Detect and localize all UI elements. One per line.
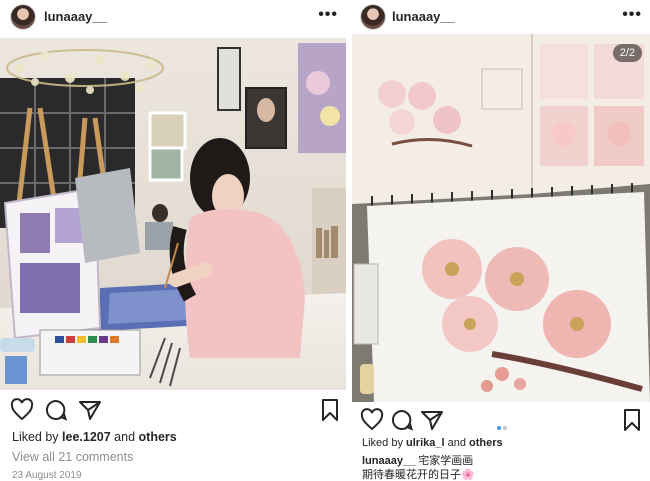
comment-icon[interactable] [390, 408, 414, 432]
post-left: lunaaay__ ••• Liked by lee.1207 and othe… [0, 0, 346, 481]
likes-line: Liked by ulrika_l and others [362, 437, 503, 449]
liked-by-user[interactable]: ulrika_l [406, 437, 445, 449]
heart-icon[interactable] [360, 408, 384, 432]
post-date: 23 August 2019 [12, 470, 82, 481]
post-right: lunaaay__ ••• 2/2 Liked by ulrika_l and … [352, 0, 650, 481]
liked-by-prefix: Liked by [12, 430, 63, 444]
heart-icon[interactable] [10, 398, 34, 422]
liked-by-suffix: and [444, 437, 470, 449]
share-icon[interactable] [420, 408, 444, 432]
avatar[interactable] [360, 4, 386, 30]
painting-studio-image [0, 38, 346, 390]
view-comments-link[interactable]: View all 21 comments [12, 450, 133, 464]
liked-by-suffix: and [110, 430, 139, 444]
carousel-dots [496, 417, 508, 435]
post-photo[interactable]: 2/2 [352, 34, 650, 402]
post-photo[interactable] [0, 38, 346, 390]
post-header: lunaaay__ ••• [352, 0, 650, 34]
share-icon[interactable] [78, 398, 102, 422]
caption-line-2: 期待春暖花开的日子🌸 [362, 469, 475, 481]
likes-line: Liked by lee.1207 and others [12, 430, 177, 444]
action-bar [0, 398, 346, 424]
comment-icon[interactable] [44, 398, 68, 422]
carousel-dot[interactable] [497, 426, 501, 430]
liked-by-others[interactable]: others [469, 437, 503, 449]
carousel-counter: 2/2 [612, 44, 642, 62]
avatar[interactable] [10, 4, 36, 30]
post-header: lunaaay__ ••• [0, 0, 346, 34]
bookmark-icon[interactable] [318, 398, 342, 422]
username[interactable]: lunaaay__ [44, 9, 107, 24]
liked-by-prefix: Liked by [362, 437, 407, 449]
username[interactable]: lunaaay__ [392, 9, 455, 24]
action-bar [352, 408, 650, 434]
carousel-dot[interactable] [503, 426, 507, 430]
cherry-blossom-painting-image [352, 34, 650, 402]
more-icon[interactable]: ••• [622, 6, 642, 24]
liked-by-others[interactable]: others [139, 430, 177, 444]
bookmark-icon[interactable] [620, 408, 644, 432]
more-icon[interactable]: ••• [318, 6, 338, 24]
liked-by-user[interactable]: lee.1207 [62, 430, 111, 444]
